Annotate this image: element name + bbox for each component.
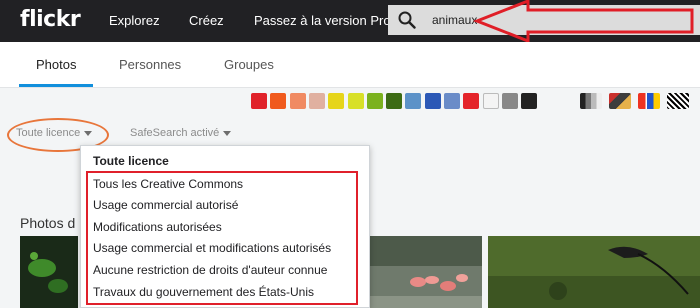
nav-explore-link[interactable]: Explorez: [109, 13, 160, 28]
tab-photos[interactable]: Photos: [36, 57, 76, 72]
results-title: Photos d: [20, 215, 76, 231]
mixed-texture[interactable]: [609, 93, 631, 109]
chevron-down-icon: [223, 130, 232, 136]
license-menu-header[interactable]: Toute licence: [93, 154, 169, 168]
mondrian-texture[interactable]: [638, 93, 660, 109]
color-swatch[interactable]: [270, 93, 287, 109]
tab-groups[interactable]: Groupes: [224, 57, 274, 72]
flickr-logo[interactable]: flickr: [20, 7, 81, 32]
nav-pro-link[interactable]: Passez à la version Pro: [254, 13, 391, 28]
color-swatch[interactable]: [308, 93, 325, 109]
color-swatch[interactable]: [289, 93, 306, 109]
color-swatch[interactable]: [366, 93, 383, 109]
color-swatch[interactable]: [463, 93, 480, 109]
top-navigation-bar: flickr Explorez Créez Passez à la versio…: [0, 0, 700, 42]
black-white-pattern[interactable]: [667, 93, 689, 109]
photo-thumbnail-bird[interactable]: [488, 236, 700, 308]
search-icon[interactable]: [398, 11, 416, 29]
color-swatch[interactable]: [405, 93, 422, 109]
annotation-highlight-box: [86, 171, 358, 305]
color-swatch[interactable]: [386, 93, 403, 109]
search-box[interactable]: animaux: [388, 5, 700, 35]
tab-people[interactable]: Personnes: [119, 57, 181, 72]
search-input[interactable]: animaux: [432, 13, 477, 27]
safesearch-filter-button[interactable]: SafeSearch activé: [130, 127, 232, 139]
gray-scale-texture[interactable]: [580, 93, 602, 109]
color-swatch[interactable]: [482, 93, 499, 109]
nav-create-link[interactable]: Créez: [189, 13, 224, 28]
color-swatch[interactable]: [444, 93, 460, 109]
search-tabs-bar: Photos Personnes Groupes: [0, 42, 700, 88]
color-swatch[interactable]: [347, 93, 364, 109]
color-swatch[interactable]: [251, 93, 267, 109]
active-tab-indicator: [19, 84, 93, 87]
color-swatch[interactable]: [424, 93, 441, 109]
color-swatch[interactable]: [328, 93, 345, 109]
photo-thumbnail-flamingos[interactable]: [370, 236, 482, 308]
color-swatch[interactable]: [521, 93, 538, 109]
photo-thumbnail-frog[interactable]: [20, 236, 78, 308]
color-swatch[interactable]: [501, 93, 518, 109]
safesearch-filter-label: SafeSearch activé: [130, 127, 220, 139]
